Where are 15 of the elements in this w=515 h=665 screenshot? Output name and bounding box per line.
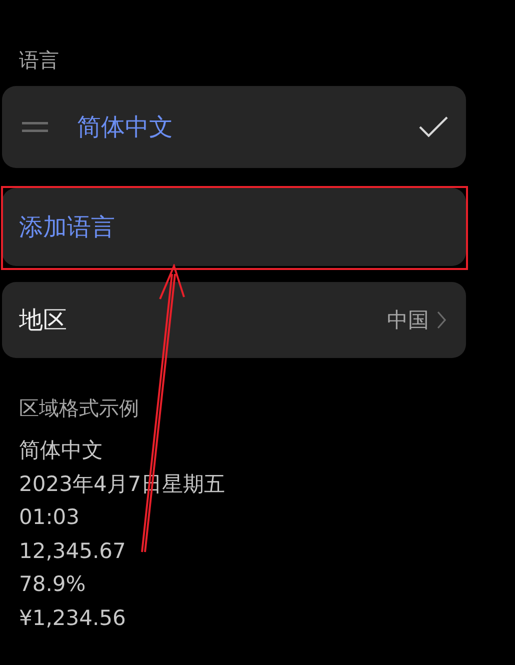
format-example-text: 12,345.67 [19, 538, 127, 564]
language-name: 简体中文 [77, 112, 174, 143]
region-label: 地区 [19, 305, 68, 336]
format-example-text: 简体中文 [19, 437, 104, 464]
language-item[interactable]: 简体中文 [2, 86, 466, 168]
region-value: 中国 [387, 307, 429, 334]
format-example-text: 78.9% [19, 571, 87, 598]
format-example-text: 01:03 [19, 504, 81, 531]
drag-handle-icon[interactable] [22, 122, 48, 132]
format-example-text: ¥1,234.56 [19, 604, 127, 632]
add-language-button[interactable]: 添加语言 [2, 188, 466, 266]
chevron-right-icon [437, 311, 446, 329]
section-title: 区域格式示例 [19, 395, 140, 422]
region-item[interactable]: 地区 中国 [2, 282, 466, 358]
section-title: 语言 [19, 47, 60, 74]
